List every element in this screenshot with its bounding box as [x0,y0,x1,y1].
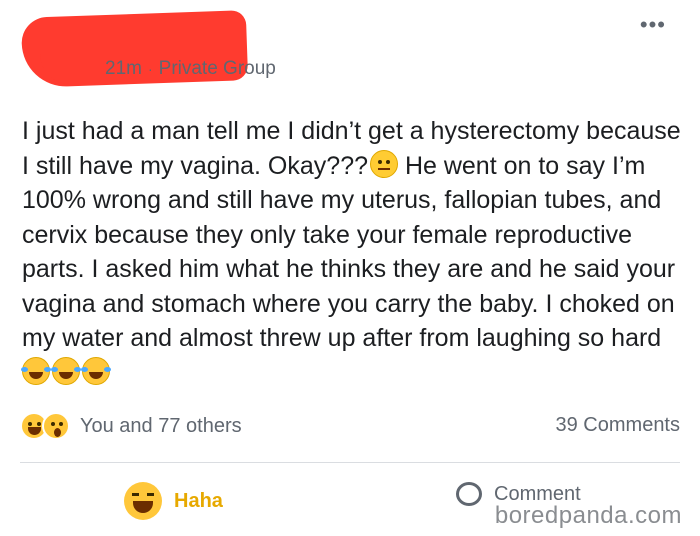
tears-of-joy-emoji-icon [21,356,51,385]
divider [20,462,680,463]
haha-button[interactable]: Haha [124,482,223,520]
reaction-count[interactable]: You and 77 others [80,415,242,438]
haha-label: Haha [174,489,223,512]
post-audience[interactable]: Private Group [159,58,276,80]
raised-eyebrow-emoji-icon [370,149,398,178]
tears-of-joy-emoji-icon [51,356,81,385]
post-time[interactable]: 21m [105,58,142,80]
wow-icon [42,412,70,440]
comment-icon [456,482,482,506]
post-text-part2: He went on to say I’m 100% wrong and sti… [22,151,676,353]
post-body: I just had a man tell me I didn’t get a … [21,114,687,390]
reaction-summary[interactable]: You and 77 others [20,412,242,440]
post-meta: 21m · Private Group [105,58,276,80]
watermark: boredpanda.com [494,502,682,529]
haha-icon [124,482,162,520]
comments-count[interactable]: 39 Comments [556,414,681,437]
more-options-icon[interactable]: ••• [640,14,666,36]
meta-separator: · [147,61,153,77]
tears-of-joy-emoji-icon [81,356,111,385]
